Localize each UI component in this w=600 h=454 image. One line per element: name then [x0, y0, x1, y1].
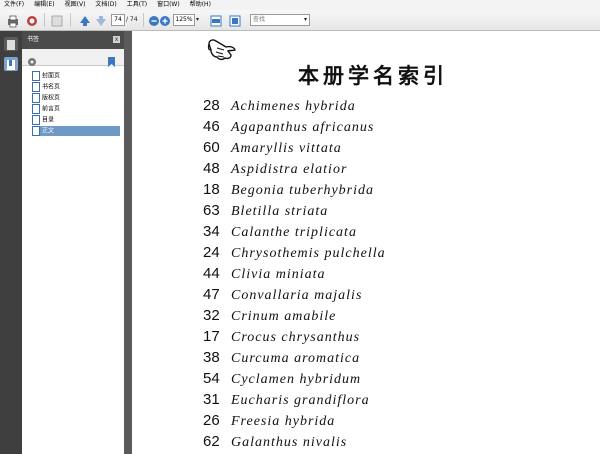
- list-item: 26 Freesia hybrida: [203, 412, 336, 429]
- search-input[interactable]: 查找: [250, 14, 310, 26]
- bookmarks-title: 书签: [27, 36, 40, 43]
- page-total: / 74: [126, 16, 138, 23]
- menu-view[interactable]: 视图(V): [65, 0, 86, 10]
- pointing-hand-icon: [206, 35, 238, 67]
- chevron-down-icon[interactable]: ▾: [196, 14, 199, 26]
- list-item: 54 Cyclamen hybridum: [203, 370, 362, 387]
- page-icon: [32, 82, 40, 92]
- list-item: 28 Achimenes hybrida: [203, 97, 356, 114]
- list-item: 17 Crocus chrysanthus: [203, 328, 361, 345]
- list-item: 38 Curcuma aromatica: [203, 349, 361, 366]
- new-bookmark-icon[interactable]: [106, 52, 118, 67]
- list-item: 32 Crinum amabile: [203, 307, 337, 324]
- list-item: 44 Clivia miniata: [203, 265, 326, 282]
- list-item: 18 Begonia tuberhybrida: [203, 181, 375, 198]
- list-item: 24 Chrysothemis pulchella: [203, 244, 386, 261]
- collaborate-icon[interactable]: [25, 13, 39, 27]
- fit-width-icon[interactable]: [209, 13, 223, 27]
- menu-window[interactable]: 窗口(W): [157, 0, 180, 10]
- bookmark-item-title-page[interactable]: 书名页: [32, 82, 120, 92]
- menu-document[interactable]: 文档(D): [95, 0, 116, 10]
- page-title: 本册学名索引: [298, 63, 448, 88]
- page-icon: [32, 104, 40, 114]
- bookmark-item-cover[interactable]: 封面页: [32, 71, 120, 81]
- toolbar-divider: [143, 13, 144, 27]
- pages-icon[interactable]: [4, 37, 18, 51]
- bookmarks-panel: 书签 x 封面页 书名页 版权页 前言页 目录 正文: [22, 31, 125, 454]
- panel-splitter[interactable]: [124, 31, 132, 454]
- bookmarks-header: 书签 x: [22, 31, 124, 49]
- list-item: 62 Galanthus nivalis: [203, 433, 348, 450]
- bookmarks-toolbar: [22, 49, 124, 67]
- prev-page-icon[interactable]: [78, 13, 92, 27]
- list-item: 31 Eucharis grandiflora: [203, 391, 370, 408]
- print-icon[interactable]: [6, 13, 20, 28]
- list-item: 63 Bletilla striata: [203, 202, 329, 219]
- page-icon: [32, 126, 40, 136]
- bookmark-item-copyright[interactable]: 版权页: [32, 93, 120, 103]
- zoom-select[interactable]: 125%: [173, 14, 195, 26]
- bookmark-item-body[interactable]: 正文: [32, 126, 120, 136]
- list-item: 34 Calanthe triplicata: [203, 223, 357, 240]
- menu-help[interactable]: 帮助(H): [190, 0, 211, 10]
- next-page-icon[interactable]: [94, 13, 108, 27]
- toolbar-divider: [44, 13, 45, 27]
- bookmark-item-toc[interactable]: 目录: [32, 115, 120, 125]
- page-icon: [32, 115, 40, 125]
- toolbar-divider: [70, 13, 71, 27]
- close-panel-button[interactable]: x: [113, 36, 120, 43]
- toolbar: 74 / 74 125% ▾ 查找 ▾: [0, 10, 600, 31]
- page-icon: [32, 71, 40, 81]
- menu-tools[interactable]: 工具(T): [127, 0, 147, 10]
- select-tool-icon[interactable]: [50, 13, 64, 27]
- navigation-strip: [0, 31, 22, 454]
- menu-file[interactable]: 文件(F): [4, 0, 24, 10]
- page-number-input[interactable]: 74: [111, 14, 125, 26]
- options-icon[interactable]: [27, 52, 39, 66]
- fit-page-icon[interactable]: [228, 13, 242, 27]
- menu-bar: 文件(F) 编辑(E) 视图(V) 文档(D) 工具(T) 窗口(W) 帮助(H): [0, 0, 600, 10]
- list-item: 46 Agapanthus africanus: [203, 118, 375, 135]
- list-item: 47 Convallaria majalis: [203, 286, 363, 303]
- chevron-down-icon[interactable]: ▾: [304, 14, 307, 26]
- bookmarks-icon[interactable]: [4, 57, 18, 71]
- menu-edit[interactable]: 编辑(E): [34, 0, 54, 10]
- list-item: 60 Amaryllis vittata: [203, 139, 342, 156]
- list-item: 48 Aspidistra elatior: [203, 160, 348, 177]
- bookmark-item-preface[interactable]: 前言页: [32, 104, 120, 114]
- zoom-in-icon[interactable]: [158, 13, 172, 27]
- page-icon: [32, 93, 40, 103]
